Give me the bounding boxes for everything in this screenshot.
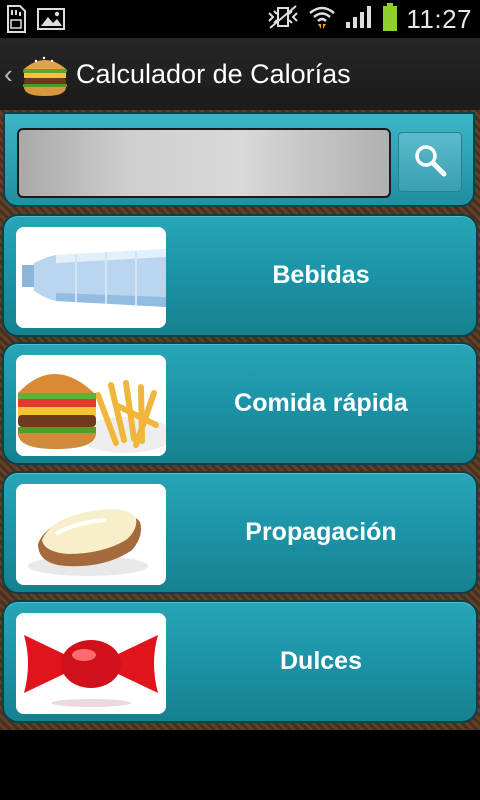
image-icon	[36, 4, 66, 39]
battery-icon	[382, 2, 398, 37]
page-title: Calculador de Calorías	[76, 58, 351, 89]
water-bottle-image	[16, 227, 166, 328]
category-label: Dulces	[280, 647, 362, 675]
sd-card-icon	[4, 4, 28, 39]
burger-icon[interactable]	[20, 49, 70, 99]
category-dulces[interactable]: Dulces	[2, 600, 478, 723]
content-area: Bebidas Comida rápida Propagación Dulces	[0, 110, 480, 730]
bottom-area	[0, 730, 480, 800]
vibrate-mute-icon	[266, 4, 300, 35]
clock: 11:27	[406, 3, 472, 34]
burger-and-fries-image	[16, 355, 166, 456]
wifi-icon	[308, 3, 336, 36]
status-bar: 11:27	[0, 0, 480, 38]
category-comida-rapida[interactable]: Comida rápida	[2, 342, 478, 465]
search-icon	[412, 142, 448, 183]
bread-with-spread-image	[16, 484, 166, 585]
action-bar: ‹ Calculador de Calorías	[0, 38, 480, 112]
search-panel	[3, 112, 475, 207]
search-button[interactable]	[398, 132, 462, 192]
up-navigation-icon[interactable]: ‹	[4, 59, 16, 90]
wrapped-candy-image	[16, 613, 166, 714]
search-input[interactable]	[17, 128, 391, 198]
category-label: Comida rápida	[234, 389, 408, 417]
category-label: Bebidas	[272, 261, 370, 289]
category-label: Propagación	[245, 518, 397, 546]
category-propagacion[interactable]: Propagación	[2, 471, 478, 594]
signal-icon	[344, 4, 374, 35]
category-bebidas[interactable]: Bebidas	[2, 214, 478, 337]
